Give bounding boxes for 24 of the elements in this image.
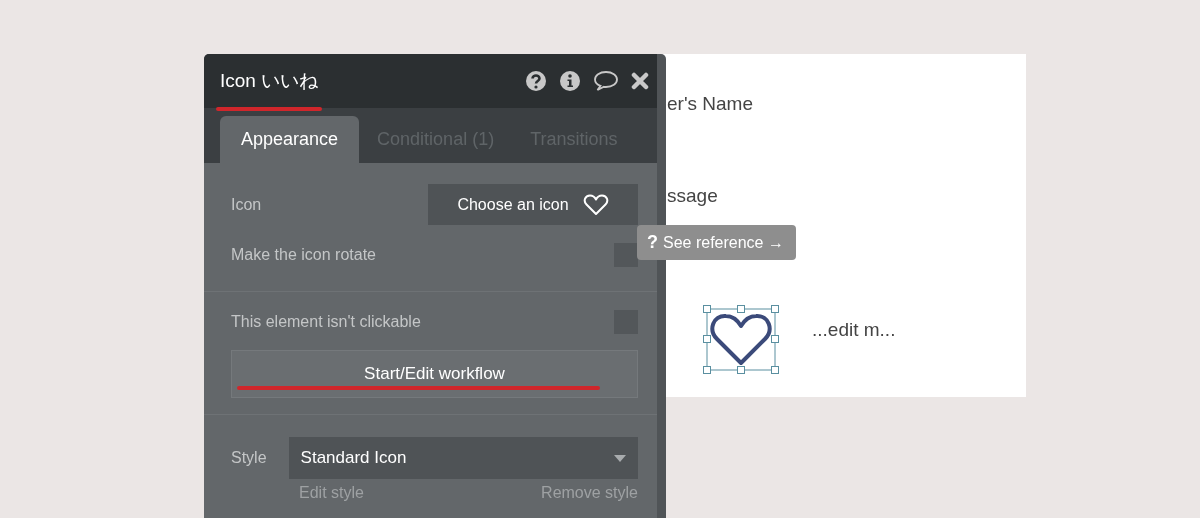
icon-picker-button[interactable]: Choose an icon (428, 184, 638, 225)
field-label: Style (231, 448, 267, 468)
reference-tooltip[interactable]: ? See reference → (637, 225, 796, 260)
panel-title: Icon いいね (220, 69, 319, 91)
checkbox[interactable] (614, 243, 638, 267)
close-icon[interactable] (631, 72, 649, 90)
panel-tab[interactable]: Appearance (220, 116, 360, 163)
style-link[interactable]: Remove style (541, 481, 638, 505)
canvas-text: er's Name (667, 92, 753, 116)
caret-icon (614, 454, 626, 462)
workflow-button[interactable]: Start/Edit workflow (231, 350, 638, 398)
field-label: Icon (231, 194, 262, 215)
tooltip-text: See reference → (663, 232, 784, 253)
help-icon[interactable] (525, 70, 547, 92)
canvas-text: ssage (667, 184, 718, 208)
style-link[interactable]: Edit style (299, 481, 364, 505)
question-mark-icon: ? (647, 229, 658, 256)
heart-icon (582, 193, 609, 216)
speech-bubble-icon[interactable] (593, 70, 619, 92)
field-label: This element isn't clickable (231, 312, 421, 332)
style-dropdown[interactable]: Standard Icon (288, 437, 638, 479)
field-label: Make the icon rotate (231, 245, 376, 265)
info-icon[interactable] (559, 70, 581, 92)
canvas-text: ...edit m... (812, 318, 896, 342)
